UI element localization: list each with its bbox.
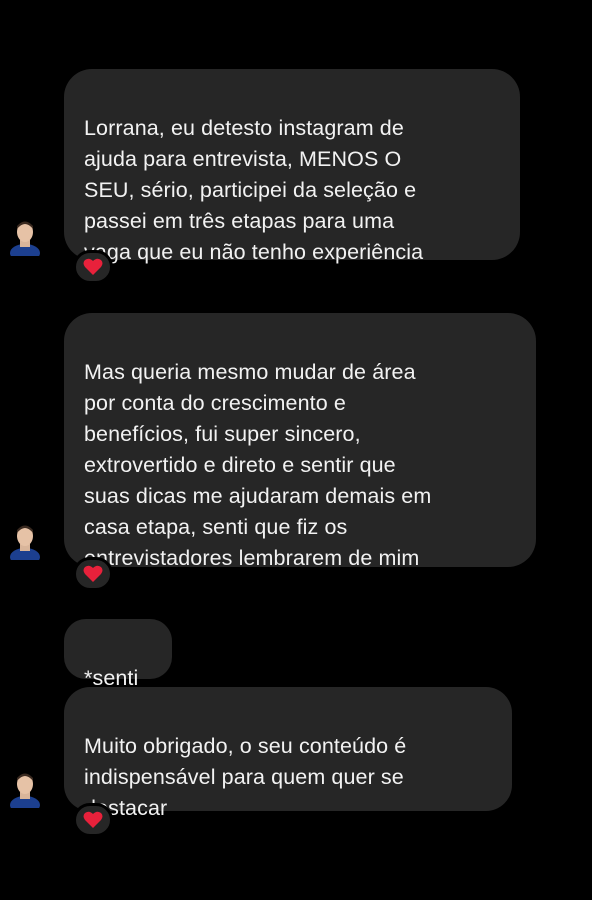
message-text: Lorrana, eu detesto instagram de ajuda p… — [84, 116, 424, 264]
message-text: Muito obrigado, o seu conteúdo é indispe… — [84, 734, 407, 820]
message-bubble[interactable]: *senti — [64, 619, 172, 690]
heart-reaction[interactable] — [73, 803, 113, 837]
heart-icon — [83, 811, 103, 828]
message-bubble[interactable]: Mas queria mesmo mudar de área por conta… — [64, 313, 536, 570]
dm-conversation: Lorrana, eu detesto instagram de ajuda p… — [0, 0, 592, 900]
heart-reaction[interactable] — [73, 250, 113, 284]
sender-avatar[interactable] — [8, 218, 42, 262]
sender-avatar[interactable] — [8, 522, 42, 566]
message-bubble[interactable]: Lorrana, eu detesto instagram de ajuda p… — [64, 69, 520, 264]
heart-reaction[interactable] — [73, 557, 113, 591]
heart-icon — [83, 565, 103, 582]
heart-icon — [83, 258, 103, 275]
message-bubble[interactable]: Muito obrigado, o seu conteúdo é indispe… — [64, 687, 512, 820]
sender-avatar[interactable] — [8, 770, 42, 814]
message-text: Mas queria mesmo mudar de área por conta… — [84, 360, 432, 570]
